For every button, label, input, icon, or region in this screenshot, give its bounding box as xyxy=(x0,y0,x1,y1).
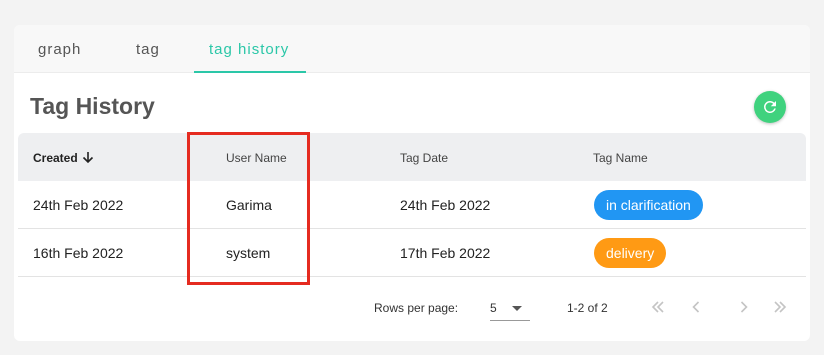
tab-tag-history[interactable]: tag history xyxy=(209,41,289,58)
cell-tag-date: 24th Feb 2022 xyxy=(400,197,491,213)
tab-graph[interactable]: graph xyxy=(38,41,81,58)
rows-per-page-select[interactable]: 5 xyxy=(490,297,530,321)
first-page-icon[interactable] xyxy=(648,297,668,317)
pagination-range: 1-2 of 2 xyxy=(567,301,608,315)
cell-created: 24th Feb 2022 xyxy=(33,197,124,213)
table-row: 16th Feb 2022 system 17th Feb 2022 deliv… xyxy=(18,229,806,277)
refresh-button[interactable] xyxy=(754,91,786,123)
table-pagination: Rows per page: 5 1-2 of 2 xyxy=(14,289,810,329)
tab-tag[interactable]: tag xyxy=(136,41,160,58)
cell-created: 16th Feb 2022 xyxy=(33,245,124,261)
caret-down-icon xyxy=(512,306,522,311)
tab-bar: graph tag tag history xyxy=(14,25,810,73)
chevron-right-icon[interactable] xyxy=(734,297,754,317)
highlight-box-user-name xyxy=(187,132,310,285)
tag-history-card: graph tag tag history Tag History Create… xyxy=(14,25,810,341)
column-header-label: Created xyxy=(33,151,78,165)
cell-tag-date: 17th Feb 2022 xyxy=(400,245,491,261)
active-tab-indicator xyxy=(194,71,306,73)
column-header-tag-date[interactable]: Tag Date xyxy=(400,151,448,165)
page-title: Tag History xyxy=(30,93,155,119)
arrow-down-icon xyxy=(82,152,93,164)
chevron-left-icon[interactable] xyxy=(686,297,706,317)
tag-badge: delivery xyxy=(594,238,667,268)
tag-badge: in clarification xyxy=(594,190,703,220)
rows-per-page-label: Rows per page: xyxy=(374,301,459,315)
rows-per-page-value: 5 xyxy=(490,301,497,315)
last-page-icon[interactable] xyxy=(770,297,790,317)
column-header-tag-name[interactable]: Tag Name xyxy=(593,151,648,165)
table-header: Created User Name Tag Date Tag Name xyxy=(18,133,806,181)
table-row: 24th Feb 2022 Garima 24th Feb 2022 in cl… xyxy=(18,181,806,229)
column-header-created[interactable]: Created xyxy=(33,151,94,165)
refresh-icon xyxy=(764,101,776,113)
tag-history-table: Created User Name Tag Date Tag Name 24th… xyxy=(18,133,806,277)
